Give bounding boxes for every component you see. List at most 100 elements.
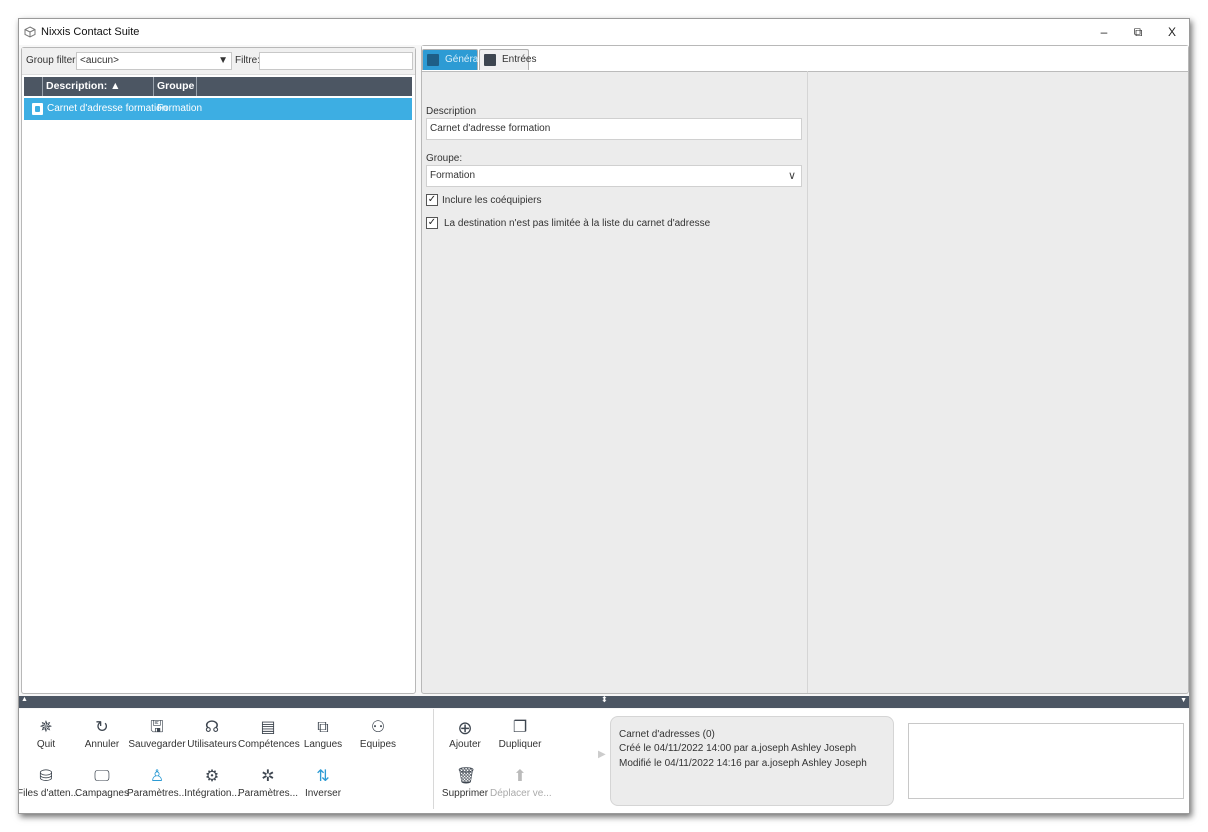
inverser-button[interactable]: ⇅ Inverser [293,764,353,810]
filter-input[interactable] [259,52,413,70]
groupe-value: Formation [430,170,476,181]
collapse-up-icon[interactable]: ▲ [21,696,28,703]
integration-button[interactable]: ⚙ Intégration... [182,764,242,810]
phone-book-icon [427,54,439,66]
parametres-button[interactable]: ✲ Paramètres... [238,764,298,810]
database-icon: ⛁ [39,768,53,785]
destination-unrestricted-checkbox[interactable]: ✓ [426,217,438,229]
grid-header: Description: ▲ Groupe [24,77,412,96]
document-icon: ▤ [260,719,276,736]
group-filter-label: Group filter: [26,55,79,66]
trash-icon: 🗑 [456,768,477,785]
save-icon: 🖫 [150,719,164,736]
arrow-up-icon: ⬆ [513,768,527,785]
equipes-label: Equipes [359,739,397,750]
deplacer-label: Déplacer ve... [490,788,552,799]
header-icon-column [24,77,43,96]
row-groupe: Formation [157,103,203,114]
resize-grip-icon[interactable]: ⬍ [601,695,608,704]
include-teammates-checkbox[interactable]: ✓ [426,194,438,206]
minimize-button[interactable]: – [1087,19,1121,45]
tab-entrees-label: Entrées [502,54,537,65]
bottom-toolbar: ✵ Quit ↻ Annuler 🖫 Sauvegarder ☊ Utilisa… [19,709,1189,813]
supprimer-label: Supprimer [441,788,489,799]
filter-label: Filtre: [235,55,260,66]
annuler-label: Annuler [84,739,120,750]
tab-general-label: Général [445,54,481,65]
parametres-users-label: Paramètres... [127,788,188,799]
close-button[interactable]: X [1155,19,1189,45]
info-modified: Modifié le 04/11/2022 14:16 par a.joseph… [619,758,867,769]
competences-button[interactable]: ▤ Compétences [238,715,300,761]
detail-panel: Général Entrées Description Carnet d'adr… [421,45,1189,694]
dupliquer-button[interactable]: ❐ Dupliquer [490,715,550,761]
ajouter-button[interactable]: ⊕ Ajouter [435,715,495,761]
parametres-users-button[interactable]: ♙ Paramètres... [127,764,187,810]
table-row[interactable]: Carnet d'adresse formation Formation [24,98,412,120]
tab-strip: Général Entrées [422,46,1188,72]
collapse-down-icon[interactable]: ▼ [1180,697,1187,704]
groupe-select[interactable]: Formation ∨ [426,165,802,187]
column-header-description[interactable]: Description: ▲ [43,77,154,96]
campagnes-label: Campagnes [75,788,129,799]
deplacer-button[interactable]: ⬆ Déplacer ve... [490,764,552,810]
language-icon: ⧉ [317,719,329,736]
campagnes-button[interactable]: 🖵 Campagnes [72,764,132,810]
title-bar: Nixxis Contact Suite – ⧉ X [19,19,1189,45]
info-created: Créé le 04/11/2022 14:00 par a.joseph As… [619,743,857,754]
row-description: Carnet d'adresse formation [47,103,168,114]
refresh-icon: ↻ [95,719,109,736]
user-gear-icon: ♙ [149,768,165,785]
inverser-label: Inverser [304,788,342,799]
integration-gear-icon: ⚙ [204,768,220,785]
address-book-icon [32,103,43,115]
sauvegarder-label: Sauvegarder [128,739,186,750]
info-title: Carnet d'adresses (0) [619,729,715,740]
general-form: Description Carnet d'adresse formation G… [422,71,808,693]
filter-bar: Group filter: <aucun> ▼ Filtre: [22,48,415,75]
phone-book-icon [484,54,496,66]
files-attente-label: Files d'atten... [18,788,79,799]
quit-button[interactable]: ✵ Quit [19,715,75,761]
swap-icon: ⇅ [316,768,330,785]
address-book-list-panel: Group filter: <aucun> ▼ Filtre: Descript… [21,47,416,694]
ajouter-label: Ajouter [449,739,481,750]
destination-unrestricted-label: La destination n'est pas limitée à la li… [444,217,711,229]
utilisateurs-button[interactable]: ☊ Utilisateurs [182,715,242,761]
parametres-label: Paramètres... [238,788,299,799]
description-label: Description [426,106,477,117]
app-logo-icon [24,26,36,38]
app-window: Nixxis Contact Suite – ⧉ X Group filter:… [18,18,1190,814]
restore-button[interactable]: ⧉ [1121,19,1155,45]
group-filter-select[interactable]: <aucun> ▼ [76,52,232,70]
langues-button[interactable]: ⧉ Langues [293,715,353,761]
window-title: Nixxis Contact Suite [41,26,140,38]
tab-entrees[interactable]: Entrées [479,49,536,70]
sauvegarder-button[interactable]: 🖫 Sauvegarder [127,715,187,761]
description-input[interactable]: Carnet d'adresse formation [426,118,802,140]
crosshair-icon: ✵ [39,719,53,736]
quit-label: Quit [36,739,56,750]
destination-unrestricted-row: ✓ La destination n'est pas limitée à la … [426,217,710,229]
chevron-down-icon: ▼ [218,55,228,66]
column-header-groupe[interactable]: Groupe [154,77,197,96]
annuler-button[interactable]: ↻ Annuler [72,715,132,761]
groupe-label: Groupe: [426,153,463,164]
headset-icon: ☊ [204,719,220,736]
side-info-box [908,723,1184,799]
competences-label: Compétences [238,739,300,750]
gear-icon: ✲ [261,768,275,785]
langues-label: Langues [303,739,343,750]
utilisateurs-label: Utilisateurs [187,739,237,750]
include-teammates-row: ✓ Inclure les coéquipiers [426,194,542,206]
copy-icon: ❐ [512,719,528,736]
chevron-right-icon: ▶ [598,749,606,760]
tab-general[interactable]: Général [422,49,481,70]
equipes-button[interactable]: ⚇ Equipes [348,715,408,761]
files-attente-button[interactable]: ⛁ Files d'atten... [18,764,79,810]
group-filter-value: <aucun> [80,55,119,66]
toolbar-divider [433,709,434,809]
team-icon: ⚇ [370,719,386,736]
supprimer-button[interactable]: 🗑 Supprimer [435,764,495,810]
panel-splitter[interactable]: ▲ ⬍ ▼ [19,695,1189,708]
